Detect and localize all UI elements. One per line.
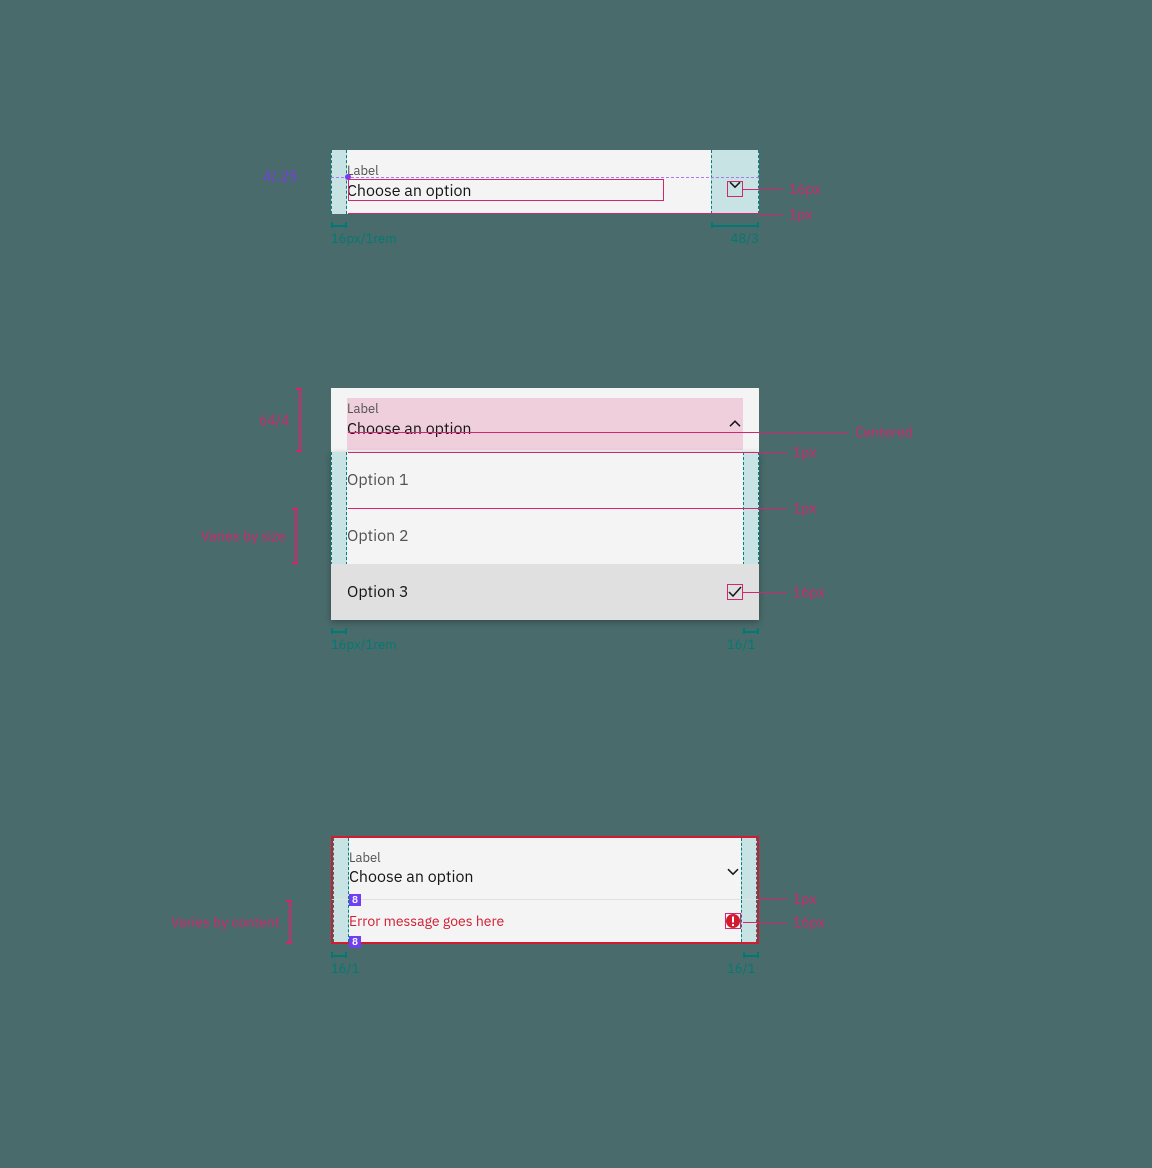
dropdown-menu: Option 1 Option 2 Option 3: [331, 452, 759, 620]
callout-icon-size: 16px: [793, 913, 825, 931]
measure-padding-left: 16px/1rem: [331, 222, 347, 247]
padding-guide-left: [331, 150, 347, 214]
divider-outline: [348, 508, 760, 509]
measure-padding-left: 16px/1rem: [331, 628, 347, 653]
dropdown-open-spec: Label Choose an option 64/4 Centered Opt…: [331, 388, 759, 620]
dropdown-value: Choose an option: [347, 419, 743, 439]
dropdown-label: Label: [347, 401, 743, 417]
chevron-up-icon: [727, 415, 743, 431]
callout-line: [743, 592, 787, 593]
option-label: Option 3: [347, 582, 409, 602]
icon-bounds-outline: [727, 584, 743, 600]
callout-baseline-gap: 4/.25: [263, 167, 297, 185]
padding-guide-right: [741, 838, 757, 899]
center-guide: [348, 432, 848, 433]
measure-padding-right: 16/1: [743, 952, 759, 977]
measure-error-height: Varies by content: [171, 900, 292, 944]
callout-rule: 1px: [793, 890, 816, 908]
callout-line: [759, 508, 787, 509]
text-bounds-outline: [348, 179, 664, 201]
callout-1px: 1px: [793, 443, 816, 461]
spacing-marker-8: 8: [349, 894, 361, 906]
padding-guide-left: [333, 900, 349, 942]
callout-1px: 1px: [793, 499, 816, 517]
measure-padding-right: 48/3: [711, 222, 759, 247]
padding-guide-right: [741, 900, 757, 942]
measure-header-height: 64/4: [259, 388, 302, 452]
spacing-marker-8: 8: [349, 936, 361, 948]
callout-centered: Centered: [855, 423, 913, 441]
measure-option-height: Varies by size: [201, 508, 298, 564]
dropdown-option-hovered[interactable]: Option 3: [331, 564, 759, 620]
callout-line: [759, 452, 787, 453]
callout-line: [759, 899, 787, 900]
callout-icon-size: 16px: [789, 180, 821, 198]
baseline-guide: [331, 177, 759, 178]
icon-bounds-outline: [725, 913, 741, 929]
divider-outline: [348, 452, 760, 453]
dropdown-value: Choose an option: [349, 867, 741, 887]
error-row: Error message goes here 8 8: [331, 900, 759, 944]
bottom-rule-outline: [348, 213, 760, 214]
callout-line: [743, 922, 787, 923]
callout-icon-size: 16px: [793, 583, 825, 601]
dropdown[interactable]: Label Choose an option: [331, 388, 759, 452]
callout-rule-size: 1px: [789, 205, 812, 223]
icon-bounds-outline: [727, 181, 743, 197]
dropdown[interactable]: Label Choose an option: [331, 150, 759, 214]
error-message: Error message goes here: [349, 912, 504, 930]
dropdown-closed-spec: Label Choose an option 4/.25 16px 1px 16…: [331, 150, 759, 214]
measure-padding-right: 16/1: [743, 628, 759, 653]
option-label: Option 2: [347, 526, 409, 546]
dropdown-error[interactable]: Label Choose an option: [331, 836, 759, 900]
dropdown-label: Label: [349, 850, 741, 866]
callout-line: [743, 189, 783, 190]
measure-padding-left: 16/1: [331, 952, 347, 977]
callout-line: [759, 214, 783, 215]
option-label: Option 1: [347, 470, 409, 490]
dropdown-option[interactable]: Option 2: [331, 508, 759, 564]
dropdown-option[interactable]: Option 1: [331, 452, 759, 508]
padding-guide-left: [333, 838, 349, 899]
dropdown-error-spec: Label Choose an option Error message goe…: [331, 836, 759, 944]
chevron-down-icon: [725, 864, 741, 880]
